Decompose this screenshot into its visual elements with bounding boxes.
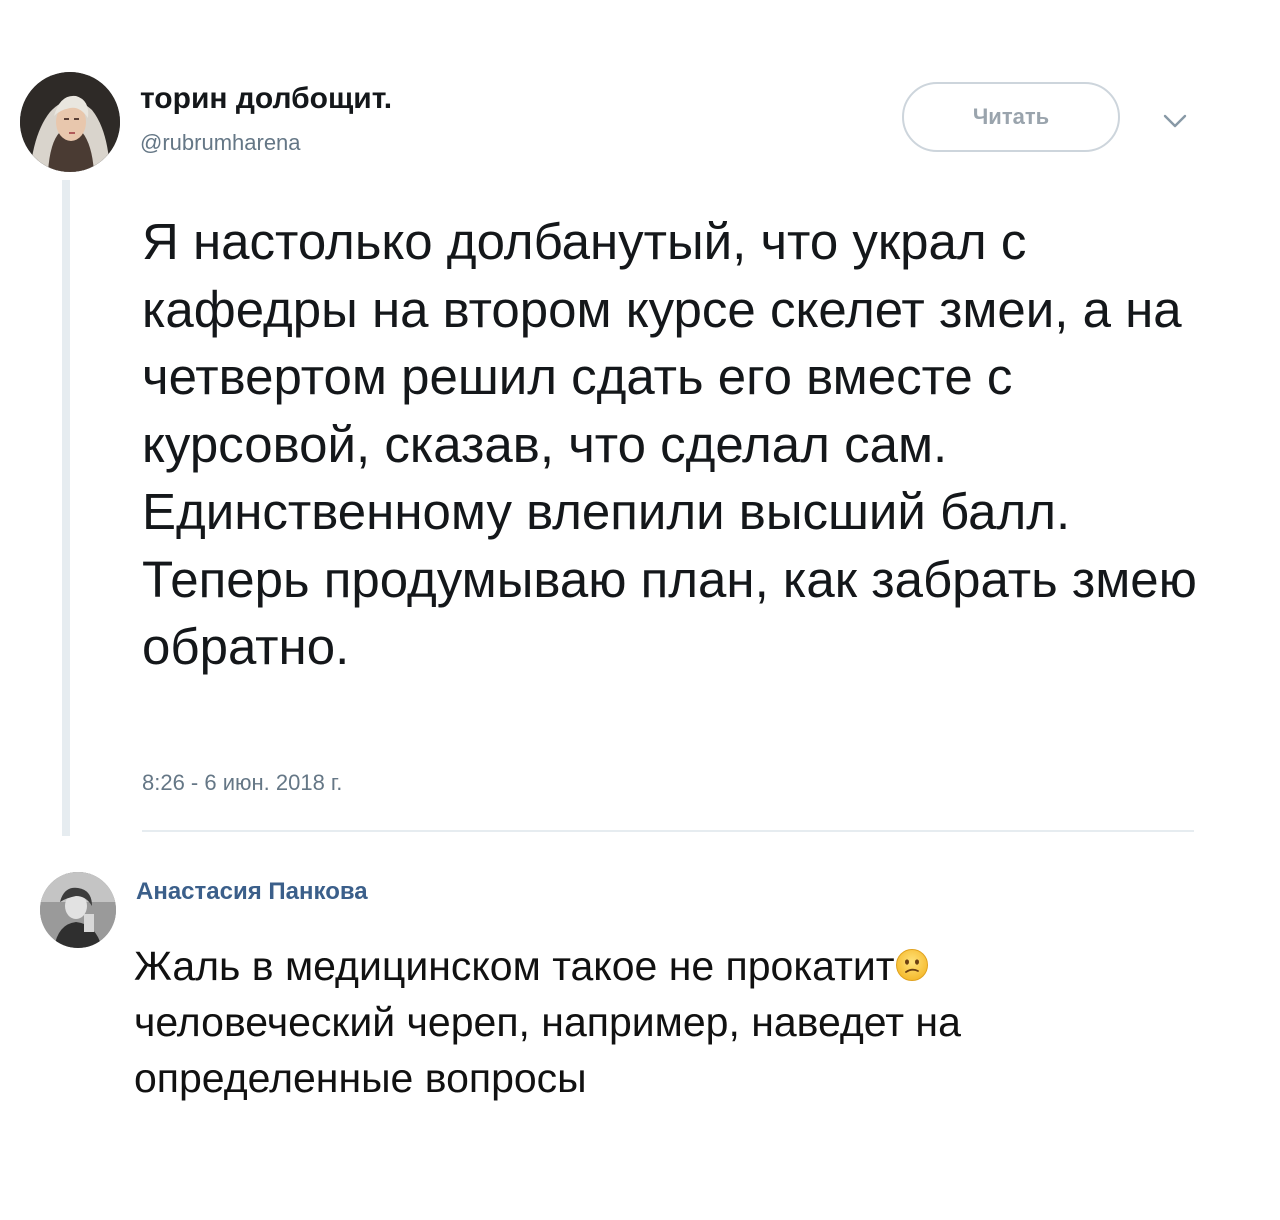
commenter-avatar[interactable] [40,872,116,948]
tweet-text: Я настолько долбанутый, что украл с кафе… [142,208,1222,681]
tweet-paragraph: Я настолько долбанутый, что украл с кафе… [142,213,1182,540]
commenter-name[interactable]: Анастасия Панкова [136,878,368,906]
comment-text: Жаль в медицинском такое не прокатит чело… [134,938,1194,1106]
comment-text-part: Жаль в медицинском такое не прокатит [134,943,895,989]
thread-connector-line [62,180,70,836]
comment-text-part: человеческий череп, например, наведет на… [134,999,961,1101]
author-avatar[interactable] [20,72,120,172]
follow-button[interactable]: Читать [902,82,1120,152]
confused-face-icon [895,940,929,981]
tweet-paragraph: Теперь продумываю план, как забрать змею… [142,550,1197,676]
tweet-timestamp[interactable]: 8:26 - 6 июн. 2018 г. [142,770,342,796]
author-display-name[interactable]: торин долбощит. [140,82,392,116]
author-handle[interactable]: @rubrumharena [140,130,301,156]
chevron-down-icon[interactable] [1160,106,1190,136]
divider [142,830,1194,832]
